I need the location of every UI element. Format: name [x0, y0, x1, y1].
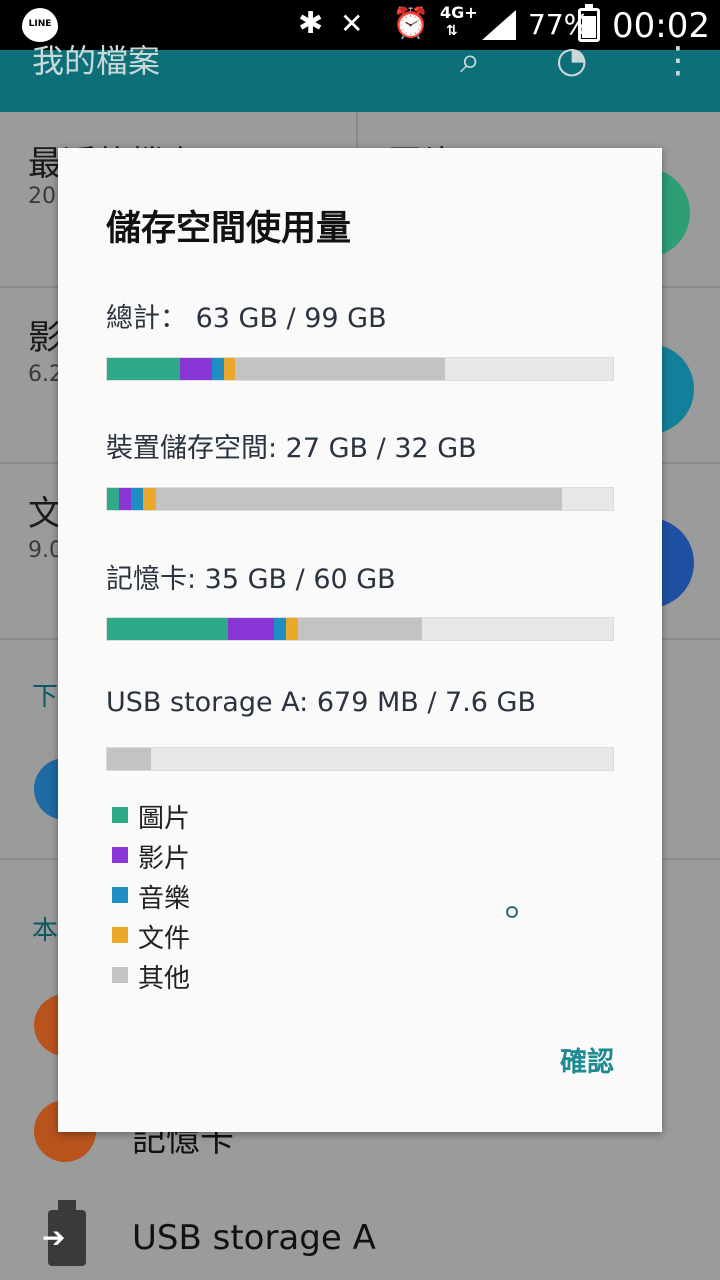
mute-icon: ✕	[340, 7, 364, 40]
usage-segment-other	[155, 488, 562, 510]
usage-segment-other	[298, 618, 423, 640]
signal-icon	[482, 10, 516, 40]
usb-storage-icon: ➔	[42, 1200, 86, 1266]
usage-segment-videos	[119, 488, 132, 510]
more-icon[interactable]: ⋮	[660, 43, 696, 82]
legend-label: 其他	[138, 964, 191, 994]
storage-usage-icon[interactable]: ◔	[556, 43, 587, 82]
sdcard-usage-label: 記憶卡: 35 GB / 60 GB	[106, 564, 396, 595]
line-app-icon: LINE	[22, 8, 58, 42]
usage-segment-music	[273, 618, 287, 640]
usage-segment-documents	[143, 488, 156, 510]
usage-segment-music	[211, 358, 224, 380]
tile-subtitle: 20	[28, 184, 56, 209]
device-usage-label: 裝置儲存空間: 27 GB / 32 GB	[106, 433, 477, 464]
legend-swatch	[112, 887, 128, 903]
usage-segment-images	[107, 618, 229, 640]
battery-icon	[578, 4, 600, 42]
bluetooth-icon: ✱	[298, 6, 324, 41]
alarm-icon: ⏰	[392, 6, 430, 41]
legend-swatch	[112, 847, 128, 863]
section-label-downloads: 下	[32, 682, 59, 712]
storage-usage-dialog: 儲存空間使用量 總計： 63 GB / 99 GB 裝置儲存空間: 27 GB …	[58, 148, 662, 1132]
usb-usage-label: USB storage A: 679 MB / 7.6 GB	[106, 687, 536, 718]
legend-swatch	[112, 807, 128, 823]
search-icon[interactable]: ⌕	[460, 43, 480, 82]
legend-label: 音樂	[138, 884, 191, 914]
confirm-button[interactable]: 確認	[560, 1040, 614, 1079]
usage-segment-documents	[223, 358, 235, 380]
legend-label: 影片	[138, 844, 191, 874]
total-usage-label: 總計： 63 GB / 99 GB	[106, 303, 387, 334]
usage-segment-other	[107, 748, 152, 770]
app-title: 我的檔案	[32, 42, 161, 80]
legend-swatch	[112, 927, 128, 943]
tile-title: 文	[28, 494, 62, 534]
legend-swatch	[112, 967, 128, 983]
usage-segment-documents	[286, 618, 299, 640]
usb-usage-bar	[106, 747, 614, 771]
legend-label: 圖片	[138, 804, 191, 834]
usage-segment-images	[107, 488, 120, 510]
sdcard-usage-bar	[106, 617, 614, 641]
usage-segment-other	[235, 358, 445, 380]
tile-title: 影	[28, 318, 62, 358]
usage-segment-images	[107, 358, 181, 380]
app-bar: 我的檔案 ⌕ ◔ ⋮	[0, 42, 720, 112]
usage-segment-videos	[180, 358, 212, 380]
legend-label: 文件	[138, 924, 191, 954]
device-usage-bar	[106, 487, 614, 511]
total-usage-bar	[106, 357, 614, 381]
network-type: 4G+ ⇅	[440, 3, 478, 40]
section-label-local: 本	[32, 916, 59, 946]
dialog-title: 儲存空間使用量	[106, 209, 352, 249]
touch-indicator	[506, 906, 518, 918]
usage-segment-music	[131, 488, 144, 510]
usb-storage-row-label[interactable]: USB storage A	[132, 1218, 376, 1258]
usage-segment-videos	[228, 618, 274, 640]
